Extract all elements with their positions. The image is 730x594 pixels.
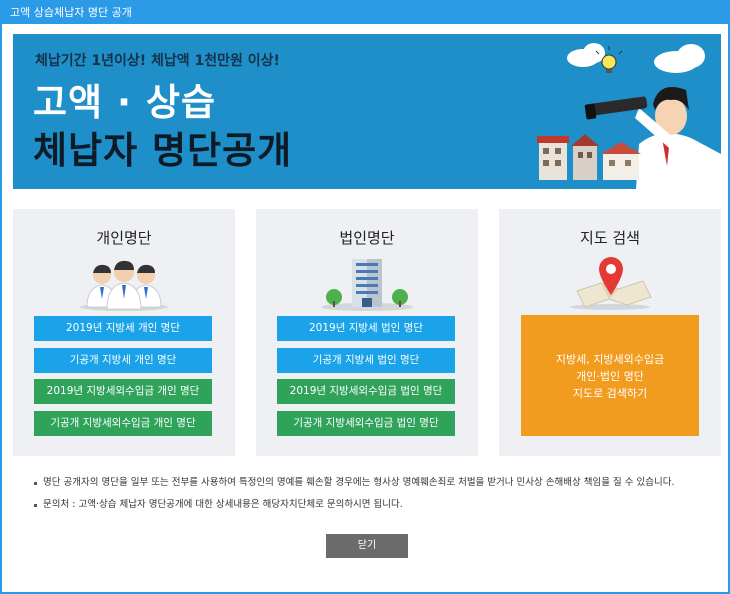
personal-list-panel: 개인명단 2019년 지방세 개인 명단 기공개 지방세 개인 명단 2019년… xyxy=(13,209,235,456)
map-search-line3: 지도로 검색하기 xyxy=(572,387,648,400)
personal-2019-non-tax-revenue-button[interactable]: 2019년 지방세외수입금 개인 명단 xyxy=(34,379,212,404)
corporate-disclosed-non-tax-revenue-button[interactable]: 기공개 지방세외수입금 법인 명단 xyxy=(277,411,455,436)
banner-title-line2: 체납자 명단공개 xyxy=(33,129,293,172)
banner-subtitle: 체납기간 1년이상! 체납액 1천만원 이상! xyxy=(35,53,280,69)
map-search-panel: 지도 검색 지방세, 지방세외수입금 개인·법인 명단 지도로 검색하기 xyxy=(499,209,721,456)
hero-banner: 체납기간 1년이상! 체납액 1천만원 이상! 고액 · 상습 체납자 명단공개 xyxy=(13,34,721,189)
title-divider xyxy=(2,24,728,26)
personal-panel-title: 개인명단 xyxy=(96,229,152,247)
map-panel-title: 지도 검색 xyxy=(580,229,640,247)
corporate-2019-non-tax-revenue-button[interactable]: 2019년 지방세외수입금 법인 명단 xyxy=(277,379,455,404)
notice-defamation: 명단 공개자의 명단을 일부 또는 전부를 사용하여 특정인의 명예를 훼손할 … xyxy=(34,472,714,494)
notice-contact: 문의처 : 고액·상습 체납자 명단공개에 대한 상세내용은 해당자치단체로 문… xyxy=(34,494,714,516)
man-with-telescope-illustration xyxy=(537,43,721,189)
map-pin-icon xyxy=(570,257,652,310)
map-search-button[interactable]: 지방세, 지방세외수입금 개인·법인 명단 지도로 검색하기 xyxy=(521,315,699,436)
corporate-2019-local-tax-button[interactable]: 2019년 지방세 법인 명단 xyxy=(277,316,455,341)
building-icon xyxy=(321,259,413,311)
notice-list: 명단 공개자의 명단을 일부 또는 전부를 사용하여 특정인의 명예를 훼손할 … xyxy=(34,472,714,516)
window-title: 고액 상습체납자 명단 공개 xyxy=(2,2,728,24)
corporate-disclosed-local-tax-button[interactable]: 기공개 지방세 법인 명단 xyxy=(277,348,455,373)
corporate-list-panel: 법인명단 2019년 지방세 법인 명단 기공개 지방세 법인 명단 2019년… xyxy=(256,209,478,456)
people-icon xyxy=(80,260,168,311)
personal-disclosed-non-tax-revenue-button[interactable]: 기공개 지방세외수입금 개인 명단 xyxy=(34,411,212,436)
banner-title-line1: 고액 · 상습 xyxy=(33,81,216,124)
popup-window: 고액 상습체납자 명단 공개 체납기간 1년이상! 체납액 1천만원 이상! 고… xyxy=(0,0,730,594)
personal-2019-local-tax-button[interactable]: 2019년 지방세 개인 명단 xyxy=(34,316,212,341)
close-button[interactable]: 닫기 xyxy=(326,534,408,558)
corporate-panel-title: 법인명단 xyxy=(339,229,395,247)
map-search-line2: 개인·법인 명단 xyxy=(576,370,644,383)
personal-disclosed-local-tax-button[interactable]: 기공개 지방세 개인 명단 xyxy=(34,348,212,373)
map-search-line1: 지방세, 지방세외수입금 xyxy=(555,353,665,366)
